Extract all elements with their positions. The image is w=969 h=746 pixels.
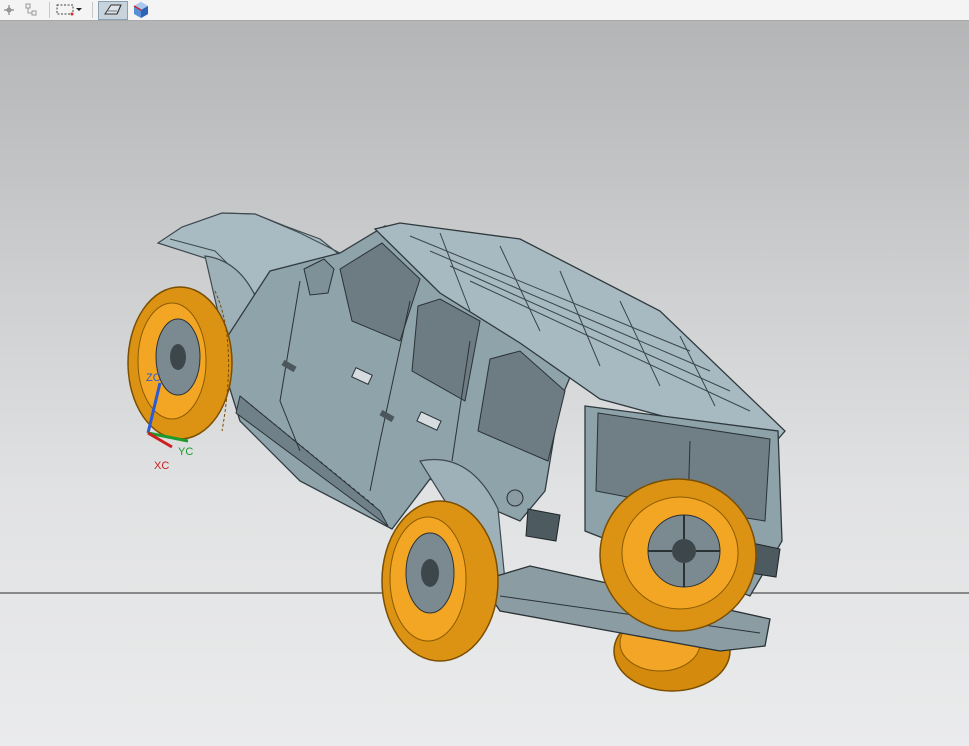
jeep-model[interactable] bbox=[127, 212, 786, 692]
z-axis-label: ZC bbox=[146, 372, 161, 384]
model-canvas[interactable]: ZC YC XC bbox=[0, 21, 969, 746]
assembly-tree-icon[interactable] bbox=[22, 1, 40, 20]
view-cube-icon[interactable] bbox=[132, 1, 150, 20]
y-axis-label: YC bbox=[178, 446, 193, 458]
dropdown-arrow-icon[interactable] bbox=[75, 1, 83, 20]
toolbar-separator bbox=[92, 2, 93, 18]
top-toolbar bbox=[0, 0, 969, 21]
graphics-viewport[interactable]: ZC YC XC bbox=[0, 21, 969, 746]
snap-point-icon[interactable] bbox=[0, 1, 18, 20]
spare-tire[interactable] bbox=[599, 478, 757, 632]
x-axis-label: XC bbox=[154, 460, 169, 472]
toolbar-separator bbox=[49, 2, 50, 18]
tire-rear[interactable] bbox=[381, 500, 499, 662]
select-rectangle-icon[interactable] bbox=[55, 1, 75, 20]
render-style-shaded-edges-icon[interactable] bbox=[98, 0, 128, 20]
tire-front[interactable] bbox=[127, 286, 233, 440]
